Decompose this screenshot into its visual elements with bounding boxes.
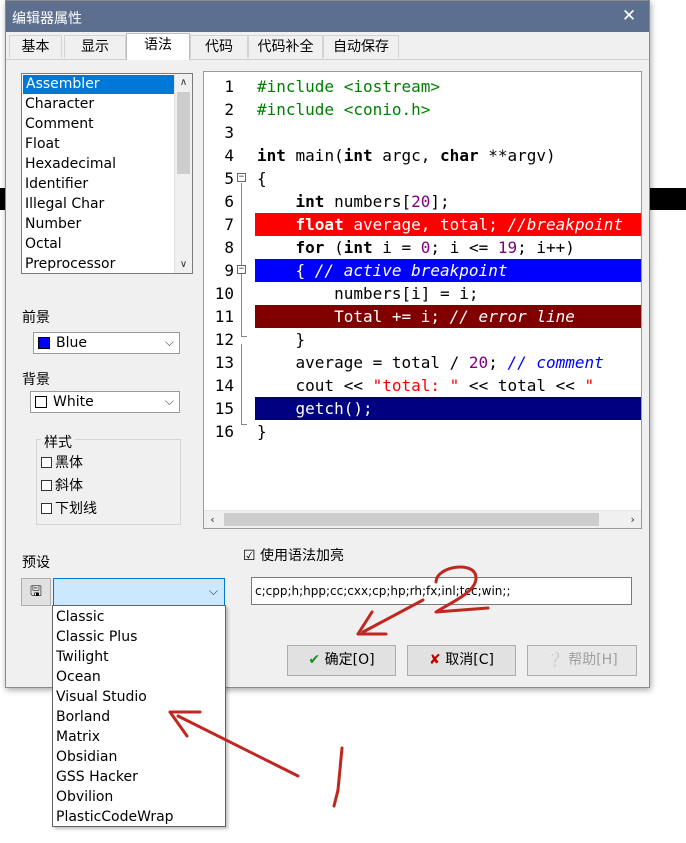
- annotation-overlay: [168, 565, 490, 808]
- annotation-arrow-2: [361, 598, 425, 634]
- annotation-stroke-1: [332, 746, 344, 808]
- annotation-arrow-1: [176, 714, 300, 778]
- annotation-stroke-2: [434, 565, 490, 614]
